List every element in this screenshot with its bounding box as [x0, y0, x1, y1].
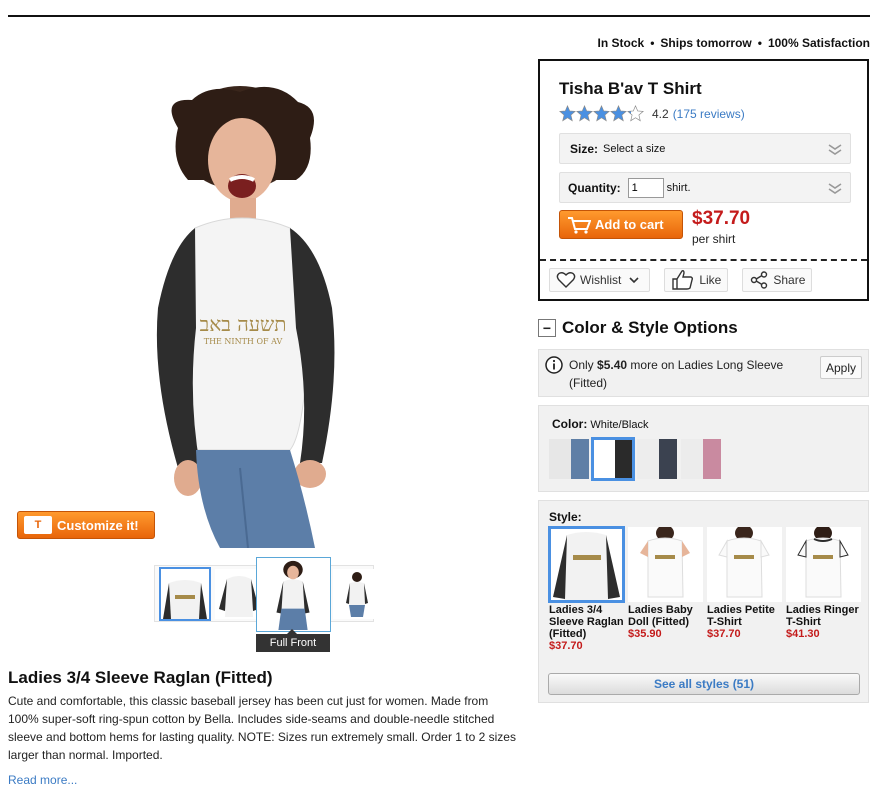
wishlist-button[interactable]: Wishlist: [549, 268, 651, 292]
upsell-prefix: Only: [569, 358, 594, 372]
star-icon: [610, 105, 627, 122]
style-image: [786, 527, 861, 602]
customize-label: Customize it!: [57, 517, 139, 533]
star-icon: [593, 105, 610, 122]
style-name: Ladies Petite T-Shirt: [707, 604, 775, 628]
style-price: $37.70: [549, 640, 583, 652]
thumbnail-closeup[interactable]: [159, 567, 211, 621]
reviews-link[interactable]: (175 reviews): [673, 107, 745, 121]
style-option[interactable]: Ladies Ringer T-Shirt $41.30: [786, 527, 861, 640]
ships-text: Ships tomorrow: [660, 36, 752, 50]
wishlist-label: Wishlist: [580, 273, 622, 287]
style-name: Ladies Ringer T-Shirt: [786, 604, 859, 628]
rating: 4.2 (175 reviews): [559, 105, 745, 122]
upsell-panel: Only $5.40 more on Ladies Long Sleeve (F…: [538, 349, 869, 397]
style-label: Style:: [549, 510, 582, 524]
thumbnail-strip: [154, 557, 381, 632]
style-name: Ladies 3/4 Sleeve Raglan (Fitted): [549, 604, 624, 640]
cart-icon: [568, 216, 591, 234]
style-option[interactable]: Ladies 3/4 Sleeve Raglan (Fitted) $37.70: [548, 526, 625, 652]
quantity-selector[interactable]: Quantity: shirt.: [559, 172, 851, 203]
color-swatch[interactable]: [549, 439, 589, 479]
star-icon: [576, 105, 593, 122]
like-label: Like: [699, 273, 722, 287]
rating-value: 4.2: [652, 106, 669, 121]
star-icon: [627, 105, 644, 122]
color-style-title: Color & Style Options: [562, 318, 738, 337]
apply-button[interactable]: Apply: [820, 356, 862, 379]
size-value: Select a size: [603, 142, 666, 155]
color-style-header: − Color & Style Options: [538, 318, 738, 338]
style-name: Ladies Baby Doll (Fitted): [628, 604, 693, 628]
social-actions: Wishlist Like Share: [549, 268, 813, 292]
style-option[interactable]: Ladies Baby Doll (Fitted) $35.90: [628, 527, 703, 640]
thumbnail-side[interactable]: [333, 569, 381, 619]
color-label: Color: White/Black: [552, 417, 648, 431]
availability-line: In Stock • Ships tomorrow • 100% Satisfactio…: [598, 36, 870, 50]
chevron-down-icon: [629, 277, 639, 284]
collapse-toggle[interactable]: −: [538, 319, 556, 337]
dashed-divider: [540, 259, 867, 261]
see-all-styles-button[interactable]: See all styles (51): [548, 673, 860, 695]
share-label: Share: [773, 273, 806, 287]
size-selector[interactable]: Size: Select a size: [559, 133, 851, 164]
color-label-value: White/Black: [590, 419, 649, 431]
style-description-body: Cute and comfortable, this classic baseb…: [8, 694, 516, 762]
style-panel: Style: Ladies 3/4 Sleeve Raglan (Fitted)…: [538, 500, 869, 703]
product-hero-image[interactable]: תשעה באב THE NINTH OF AV: [100, 78, 430, 548]
quantity-label: Quantity:: [568, 180, 621, 195]
color-swatch[interactable]: [637, 439, 677, 479]
style-price: $37.70: [707, 628, 741, 640]
add-to-cart-label: Add to cart: [595, 217, 664, 232]
price: $37.70: [692, 208, 751, 229]
star-icon: [559, 105, 576, 122]
customize-icon: T: [24, 516, 52, 534]
like-button[interactable]: Like: [664, 268, 729, 292]
style-image: [548, 526, 625, 603]
heart-icon: [556, 272, 576, 288]
style-image: [628, 527, 703, 602]
info-icon: [545, 356, 563, 374]
style-option[interactable]: Ladies Petite T-Shirt $37.70: [707, 527, 782, 640]
rating-stars: [559, 105, 644, 122]
separator-dot: •: [650, 36, 655, 50]
share-button[interactable]: Share: [742, 268, 813, 292]
style-image: [707, 527, 782, 602]
style-description-title: Ladies 3/4 Sleeve Raglan (Fitted): [8, 668, 273, 687]
share-icon: [751, 271, 768, 289]
color-swatch[interactable]: [681, 439, 721, 479]
customize-button[interactable]: T Customize it!: [17, 511, 155, 539]
style-price: $41.30: [786, 628, 820, 640]
shirt-print-main: תשעה באב: [200, 312, 287, 336]
product-title: Tisha B'av T Shirt: [559, 79, 702, 98]
double-chevron-down-icon: [828, 183, 842, 194]
quantity-input[interactable]: [627, 177, 664, 198]
satisfaction-text: 100% Satisfaction: [767, 36, 870, 50]
color-label-key: Color:: [552, 417, 588, 431]
in-stock-text: In Stock: [597, 36, 645, 50]
upsell-text: Only $5.40 more on Ladies Long Sleeve (F…: [569, 356, 799, 392]
shirt-print-sub: THE NINTH OF AV: [204, 337, 283, 346]
read-more-link[interactable]: Read more...: [8, 773, 77, 787]
size-label: Size:: [570, 141, 599, 156]
top-divider: [8, 15, 870, 17]
style-price: $35.90: [628, 628, 662, 640]
separator-dot: •: [757, 36, 762, 50]
add-to-cart-button[interactable]: Add to cart: [559, 210, 683, 239]
thumbnail-full-front[interactable]: [256, 557, 331, 632]
buy-box: Tisha B'av T Shirt 4.2 (175 reviews) Siz…: [538, 59, 869, 301]
color-swatch[interactable]: [591, 437, 635, 481]
quantity-unit: shirt.: [666, 181, 691, 194]
thumbs-up-icon: [672, 270, 694, 290]
thumbnail-tooltip: Full Front: [256, 629, 330, 652]
price-unit: per shirt: [692, 232, 736, 246]
double-chevron-down-icon: [828, 144, 842, 155]
upsell-amount: $5.40: [597, 358, 628, 372]
color-panel: Color: White/Black: [538, 405, 869, 492]
